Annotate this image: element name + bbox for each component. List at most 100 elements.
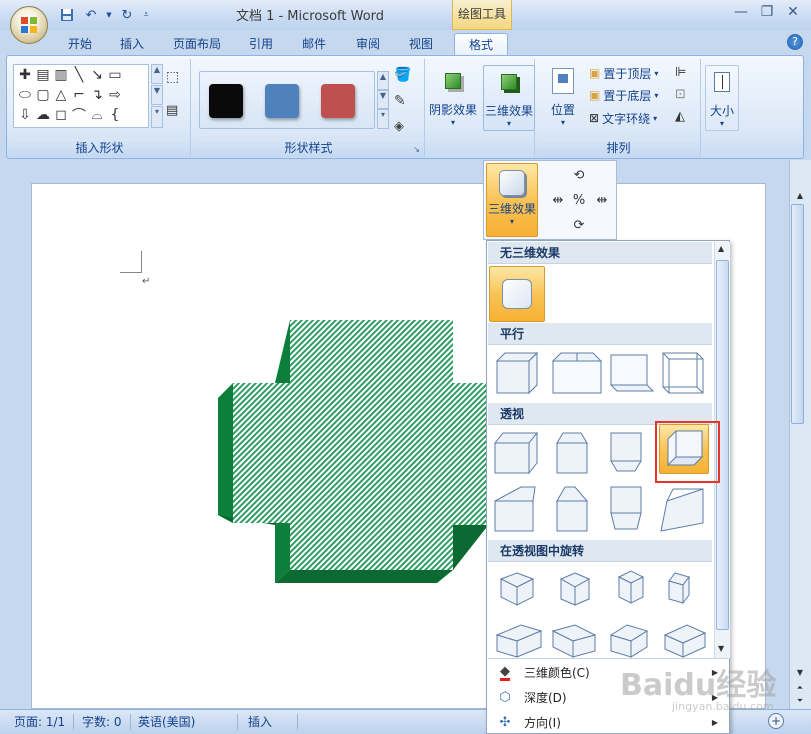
text-wrapping-button[interactable]: ⊠ 文字环绕 ▾ xyxy=(589,108,657,128)
tab-format[interactable]: 格式 xyxy=(454,33,508,56)
page-count[interactable]: 页面: 1/1 xyxy=(14,714,75,730)
shapes-more[interactable]: ▾ xyxy=(151,106,163,128)
rotate-perspective-heading: 在透视图中旋转 xyxy=(488,540,712,562)
add-text-icon[interactable]: ▤ xyxy=(166,103,178,118)
tab-mailings[interactable]: 邮件 xyxy=(292,33,336,56)
menu-direction[interactable]: ✣ 方向(I) ▶ xyxy=(488,710,728,734)
style-swatch-blue[interactable] xyxy=(265,84,299,118)
shapes-gallery[interactable]: ✚ ▤ ▥ ╲ ↘ ▭ ⬭ ▢ △ ⌐ ↴ ⇨ ⇩ ☁ ◻ ⌒ ⌓ { xyxy=(13,64,149,128)
threed-effects-button[interactable]: 三维效果 ▾ xyxy=(486,163,538,237)
cloud-shape-icon[interactable]: ☁ xyxy=(34,105,52,125)
parallel-options[interactable] xyxy=(491,347,711,399)
shape-styles-gallery[interactable] xyxy=(199,71,375,129)
style-swatch-black[interactable] xyxy=(209,84,243,118)
chevron-down-icon: ▾ xyxy=(560,118,565,127)
menu-direction-label: 方向(I) xyxy=(524,716,561,730)
rounded-rect-shape-icon[interactable]: ▢ xyxy=(34,85,52,105)
watermark-brand: Baidu经验 xyxy=(620,668,777,703)
gallery-scroll-down-icon[interactable]: ▼ xyxy=(718,644,724,653)
tab-view[interactable]: 视图 xyxy=(399,33,443,56)
shadow-effects-button[interactable]: 阴影效果 ▾ xyxy=(427,65,479,127)
triangle-shape-icon[interactable]: △ xyxy=(52,85,70,105)
curve-shape-icon[interactable]: ⌒ xyxy=(70,105,88,125)
scroll-up-icon[interactable]: ▲ xyxy=(792,188,808,202)
insert-mode[interactable]: 插入 xyxy=(248,714,298,730)
threed-effects-ribbon-button[interactable]: 三维效果 ▾ xyxy=(483,65,535,131)
tilt-down-icon[interactable]: ⟳ xyxy=(570,216,588,234)
no-3d-option[interactable] xyxy=(489,266,545,322)
shape-fill-icon[interactable]: 🪣 xyxy=(394,67,411,83)
word-count[interactable]: 字数: 0 xyxy=(82,714,131,730)
insert-shapes-group: ✚ ▤ ▥ ╲ ↘ ▭ ⬭ ▢ △ ⌐ ↴ ⇨ ⇩ ☁ ◻ ⌒ ⌓ { ▲ ▼ … xyxy=(9,59,191,157)
threed-cube-icon xyxy=(493,66,525,98)
office-button[interactable] xyxy=(10,6,48,44)
shape-styles-label: 形状样式 xyxy=(193,139,424,157)
callout-shape-icon[interactable]: ◻ xyxy=(52,105,70,125)
shapes-scroll-up[interactable]: ▲ xyxy=(151,64,163,84)
brace-shape-icon[interactable]: { xyxy=(106,105,124,125)
styles-more[interactable]: ▾ xyxy=(377,109,389,129)
dialog-launcher-icon[interactable]: ↘ xyxy=(413,145,420,154)
position-icon xyxy=(547,65,579,97)
tab-home[interactable]: 开始 xyxy=(58,33,102,56)
minimize-icon[interactable]: — xyxy=(729,2,753,22)
size-button[interactable]: 大小 ▾ xyxy=(705,65,739,131)
threed-effects-group: 三维效果 ▾ xyxy=(483,59,535,157)
toggle-3d-icon[interactable]: % xyxy=(570,191,588,209)
perspective-below-icon xyxy=(610,432,642,472)
tab-page-layout[interactable]: 页面布局 xyxy=(163,33,231,56)
size-label: 大小 xyxy=(709,104,734,118)
arrow-line-shape-icon[interactable]: ↘ xyxy=(88,65,106,85)
align-icon[interactable]: ⊫ xyxy=(675,65,686,80)
rectangle-shape-icon[interactable]: ▭ xyxy=(106,65,124,85)
send-to-back-button[interactable]: ▣ 置于底层 ▾ xyxy=(589,85,658,105)
oval-shape-icon[interactable]: ⬭ xyxy=(16,85,34,105)
zoom-in-icon[interactable]: + xyxy=(768,713,784,729)
cross-shape-icon[interactable]: ✚ xyxy=(16,65,34,85)
text-wrapping-icon: ⊠ xyxy=(589,111,600,125)
tab-insert[interactable]: 插入 xyxy=(110,33,154,56)
rotate-slab-icon-1 xyxy=(495,624,543,658)
down-arrow-shape-icon[interactable]: ⇩ xyxy=(16,105,34,125)
chevron-down-icon: ▾ xyxy=(506,119,511,128)
language-indicator[interactable]: 英语(美国) xyxy=(138,714,238,730)
tab-references[interactable]: 引用 xyxy=(239,33,283,56)
gallery-scroll-up-icon[interactable]: ▲ xyxy=(718,244,724,253)
perspective-right-icon xyxy=(493,431,539,475)
shape-styles-group: ▲ ▼ ▾ 🪣 ✎ ◈ 形状样式 ↘ xyxy=(193,59,425,157)
elbow-arrow-icon[interactable]: ↴ xyxy=(88,85,106,105)
arrange-group: 位置 ▾ ▣ 置于顶层 ▾ ▣ 置于底层 ▾ ⊠ 文字环绕 ▾ ⊫ ⊡ ◭ 排列 xyxy=(537,59,701,157)
rotate-perspective-options[interactable] xyxy=(491,565,713,661)
vertical-textbox-icon[interactable]: ▥ xyxy=(52,65,70,85)
send-to-back-icon: ▣ xyxy=(589,88,601,102)
close-icon[interactable]: ✕ xyxy=(781,2,805,22)
parallel-oblique-icon xyxy=(495,351,539,395)
tilt-up-icon[interactable]: ⟲ xyxy=(570,166,588,184)
textbox-shape-icon[interactable]: ▤ xyxy=(34,65,52,85)
depth-icon: ⬡ xyxy=(499,690,511,705)
tilt-right-icon[interactable]: ⇹ xyxy=(593,191,611,209)
change-shape-icon[interactable]: ◈ xyxy=(394,119,404,134)
line-shape-icon[interactable]: ╲ xyxy=(70,65,88,85)
tab-review[interactable]: 审阅 xyxy=(346,33,390,56)
edit-shape-icon[interactable]: ⬚ xyxy=(166,69,179,85)
rotate-slab-icon-3 xyxy=(609,624,649,658)
restore-icon[interactable]: ❐ xyxy=(755,2,779,22)
shapes-scroll-down[interactable]: ▼ xyxy=(151,85,163,105)
block-arrow-icon[interactable]: ⇨ xyxy=(106,85,124,105)
help-icon[interactable]: ? xyxy=(787,34,803,50)
chevron-right-icon: ▶ xyxy=(711,718,718,727)
tilt-left-icon[interactable]: ⇹ xyxy=(549,191,567,209)
rotate-icon[interactable]: ◭ xyxy=(675,109,685,124)
shape-outline-icon[interactable]: ✎ xyxy=(394,93,406,109)
elbow-connector-icon[interactable]: ⌐ xyxy=(70,85,88,105)
bring-to-front-button[interactable]: ▣ 置于顶层 ▾ xyxy=(589,63,658,83)
threed-cross-shape[interactable] xyxy=(215,315,495,590)
group-icon[interactable]: ⊡ xyxy=(675,87,686,102)
styles-scroll-down[interactable]: ▼ xyxy=(377,90,389,109)
styles-scroll-up[interactable]: ▲ xyxy=(377,71,389,90)
position-button[interactable]: 位置 ▾ xyxy=(541,65,585,127)
scroll-thumb[interactable] xyxy=(791,204,804,424)
arc-shape-icon[interactable]: ⌓ xyxy=(88,105,106,125)
style-swatch-red[interactable] xyxy=(321,84,355,118)
